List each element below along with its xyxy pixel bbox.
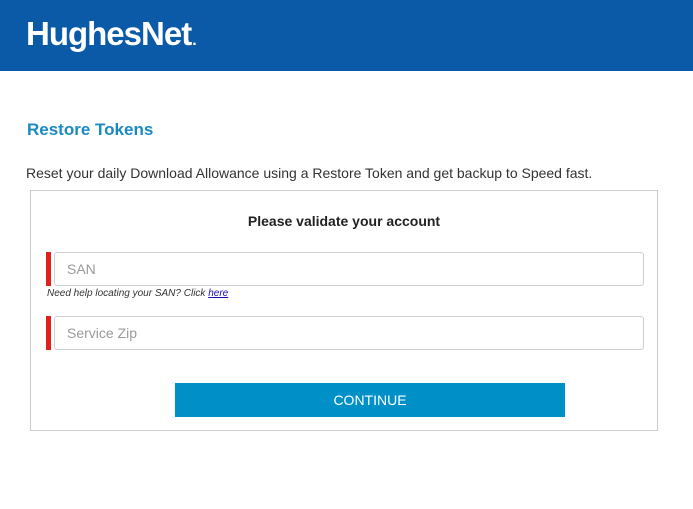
san-help-text: Need help locating your SAN? Click here xyxy=(47,287,228,300)
san-help-link[interactable]: here xyxy=(208,288,228,299)
san-required-indicator xyxy=(46,252,51,286)
card-heading: Please validate your account xyxy=(247,213,441,229)
zip-required-indicator xyxy=(46,316,51,350)
brand-name: HughesNet xyxy=(26,15,192,52)
continue-button[interactable]: CONTINUE xyxy=(175,383,565,417)
hughesnet-logo[interactable]: HughesNet. xyxy=(26,14,197,61)
page-title: Restore Tokens xyxy=(27,120,154,139)
san-help-label: Need help locating your SAN? Click xyxy=(47,288,209,299)
brand-dot: . xyxy=(192,32,197,49)
top-header: HughesNet. xyxy=(0,0,693,71)
validate-account-card: Please validate your account Need help l… xyxy=(30,190,658,431)
san-input[interactable] xyxy=(54,252,644,286)
intro-text: Reset your daily Download Allowance usin… xyxy=(26,165,593,181)
service-zip-input[interactable] xyxy=(54,316,644,350)
